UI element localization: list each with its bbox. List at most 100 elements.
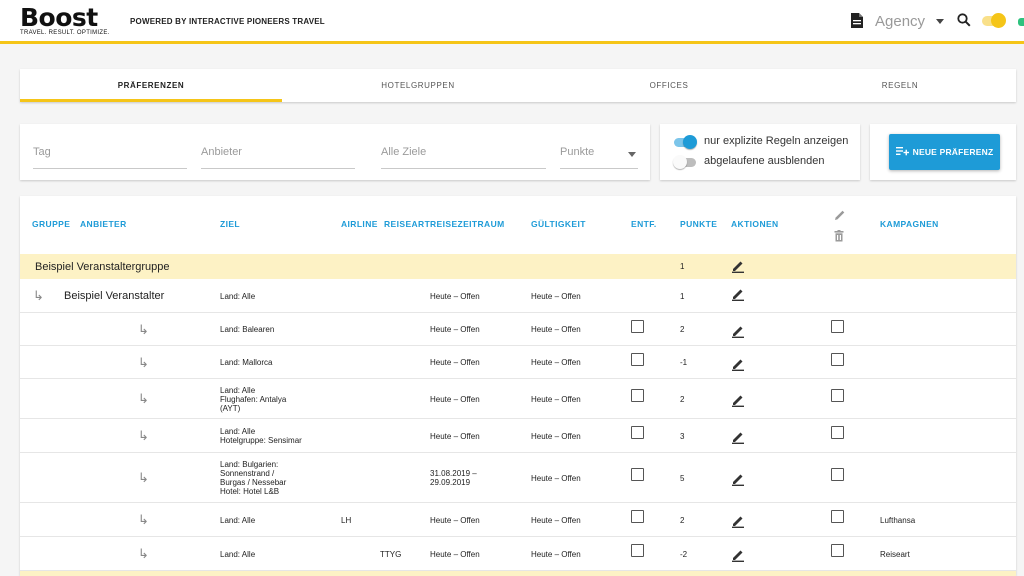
col-ziel[interactable]: ZIEL	[220, 219, 240, 229]
select-row-checkbox[interactable]	[831, 353, 844, 366]
logo-wordmark: Boost	[20, 3, 98, 32]
col-reisezeitraum[interactable]: REISEZEITRAUM	[430, 219, 505, 229]
table-row[interactable]: ↳ Land: Balearen Heute – Offen Heute – Offe…	[20, 313, 1016, 346]
col-gueltigkeit[interactable]: GÜLTIGKEIT	[531, 219, 586, 229]
subitem-arrow-icon: ↳	[138, 428, 149, 443]
edit-icon[interactable]	[731, 259, 745, 273]
row-ziel: Land: Mallorca	[220, 358, 273, 367]
tab-regeln[interactable]: REGELN	[784, 69, 1016, 102]
edit-icon[interactable]	[731, 548, 745, 562]
tab-hotelgruppen[interactable]: HOTELGRUPPEN	[282, 69, 554, 102]
top-bar: Boost TRAVEL. RESULT. OPTIMIZE. POWERED …	[0, 0, 1024, 44]
tab-praeferenzen[interactable]: PRÄFERENZEN	[20, 69, 282, 102]
table-row[interactable]: ↳ Land: Alle TTYG Heute – Offen Heute – Offe…	[20, 537, 1016, 571]
row-reisezeitraum: Heute – Offen	[430, 358, 480, 367]
delete-checkbox[interactable]	[631, 544, 644, 557]
edit-icon[interactable]	[731, 430, 745, 444]
toggle-knob	[673, 155, 687, 169]
add-panel: NEUE PRÄFERENZ	[870, 124, 1016, 180]
add-preference-label: NEUE PRÄFERENZ	[912, 147, 994, 157]
add-preference-button[interactable]: NEUE PRÄFERENZ	[889, 134, 1000, 170]
table-row[interactable]: ↳ Land: Alle Hotelgruppe: Sensimar Heute –…	[20, 419, 1016, 453]
agency-select[interactable]: Agency	[875, 13, 925, 30]
row-reisezeitraum: 31.08.2019 – 29.09.2019	[430, 469, 477, 487]
subitem-arrow-icon: ↳	[33, 288, 44, 303]
bulk-actions	[834, 208, 848, 247]
playlist-add-icon	[895, 146, 909, 158]
tab-bar: PRÄFERENZEN HOTELGRUPPEN OFFICES REGELN	[20, 69, 1016, 102]
select-row-checkbox[interactable]	[831, 544, 844, 557]
col-kampagnen[interactable]: KAMPAGNEN	[880, 219, 939, 229]
select-row-checkbox[interactable]	[831, 320, 844, 333]
logo-tagline: TRAVEL. RESULT. OPTIMIZE.	[20, 30, 110, 36]
row-punkte: -1	[680, 358, 688, 367]
theme-toggle[interactable]	[982, 13, 1006, 28]
anbieter-placeholder: Anbieter	[201, 146, 242, 158]
table-row[interactable]: ↳ Land: Bulgarien: Sonnenstrand / Burgas …	[20, 453, 1016, 503]
row-ziel: Land: Alle	[220, 550, 256, 559]
boost-logo[interactable]: Boost TRAVEL. RESULT. OPTIMIZE.	[20, 3, 110, 37]
document-icon[interactable]	[851, 13, 863, 33]
edit-icon[interactable]	[731, 393, 745, 407]
edit-icon[interactable]	[731, 357, 745, 371]
search-icon[interactable]	[957, 13, 971, 32]
pencil-icon[interactable]	[834, 208, 848, 226]
edit-icon[interactable]	[731, 287, 745, 301]
col-punkte[interactable]: PUNKTE	[680, 219, 717, 229]
select-row-checkbox[interactable]	[831, 389, 844, 402]
row-gueltigkeit: Heute – Offen	[531, 358, 581, 367]
col-anbieter[interactable]: ANBIETER	[80, 219, 127, 229]
table-row[interactable]: ↳ Land: Alle LH Heute – Offen Heute – Offen 2…	[20, 503, 1016, 537]
trash-icon[interactable]	[834, 229, 848, 247]
row-gueltigkeit: Heute – Offen	[531, 395, 581, 404]
table-row[interactable]: ↳ Land: Mallorca Heute – Offen Heute – Offe…	[20, 346, 1016, 379]
edit-icon[interactable]	[731, 472, 745, 486]
group-row[interactable]	[20, 571, 1016, 576]
row-punkte: 2	[680, 516, 685, 525]
tag-placeholder: Tag	[33, 146, 51, 158]
group-row[interactable]: Beispiel Veranstaltergruppe 1	[20, 254, 1016, 279]
ziele-filter-input[interactable]: Alle Ziele	[381, 144, 546, 169]
delete-checkbox[interactable]	[631, 320, 644, 333]
hide-expired-toggle[interactable]	[673, 155, 696, 169]
table-row[interactable]: ↳ Land: Alle Flughafen: Antalya (AYT) Heut…	[20, 379, 1016, 419]
row-gueltigkeit: Heute – Offen	[531, 292, 581, 301]
select-row-checkbox[interactable]	[831, 468, 844, 481]
select-row-checkbox[interactable]	[831, 426, 844, 439]
delete-checkbox[interactable]	[631, 389, 644, 402]
col-airline[interactable]: AIRLINE	[341, 219, 378, 229]
col-gruppe[interactable]: GRUPPE	[32, 219, 70, 229]
edit-icon[interactable]	[731, 324, 745, 338]
row-punkte: 2	[680, 395, 685, 404]
theme-toggle-knob	[991, 13, 1006, 28]
provider-row[interactable]: ↳ Beispiel Veranstalter Land: Alle Heute…	[20, 279, 1016, 313]
delete-checkbox[interactable]	[631, 468, 644, 481]
tag-filter-input[interactable]: Tag	[33, 144, 187, 169]
row-gueltigkeit: Heute – Offen	[531, 474, 581, 483]
col-reiseart[interactable]: REISEART	[384, 219, 430, 229]
row-punkte: -2	[680, 550, 688, 559]
delete-checkbox[interactable]	[631, 510, 644, 523]
delete-checkbox[interactable]	[631, 353, 644, 366]
chevron-down-icon[interactable]	[936, 19, 944, 24]
col-aktionen[interactable]: AKTIONEN	[731, 219, 779, 229]
toggle-knob	[683, 135, 697, 149]
explicit-rules-toggle[interactable]	[674, 135, 697, 149]
toggle-panel: nur explizite Regeln anzeigen abgelaufen…	[660, 124, 860, 180]
punkte-select[interactable]: Punkte	[560, 144, 638, 169]
powered-by-text: POWERED BY INTERACTIVE PIONEERS TRAVEL	[130, 17, 325, 26]
anbieter-filter-input[interactable]: Anbieter	[201, 144, 355, 169]
provider-name: Beispiel Veranstalter	[64, 290, 165, 302]
tab-offices[interactable]: OFFICES	[554, 69, 784, 102]
delete-checkbox[interactable]	[631, 426, 644, 439]
row-ziel: Land: Alle	[220, 292, 256, 301]
punkte-placeholder: Punkte	[560, 146, 595, 158]
row-ziel: Land: Alle	[220, 516, 256, 525]
filter-panel: Tag Anbieter Alle Ziele Punkte	[20, 124, 650, 180]
subitem-arrow-icon: ↳	[138, 355, 149, 370]
row-punkte: 2	[680, 325, 685, 334]
edit-icon[interactable]	[731, 514, 745, 528]
col-entf[interactable]: ENTF.	[631, 219, 657, 229]
row-gueltigkeit: Heute – Offen	[531, 550, 581, 559]
select-row-checkbox[interactable]	[831, 510, 844, 523]
